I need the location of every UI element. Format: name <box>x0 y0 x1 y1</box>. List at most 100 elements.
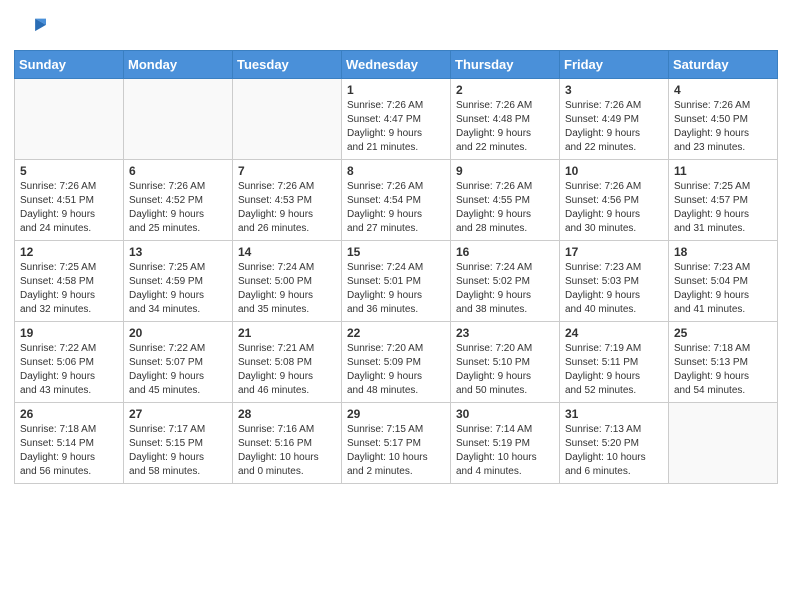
day-number: 31 <box>565 407 663 421</box>
calendar-week-row: 26 Sunrise: 7:18 AM Sunset: 5:14 PM Dayli… <box>15 403 778 484</box>
day-info: Sunrise: 7:20 AM Sunset: 5:09 PM Dayligh… <box>347 342 445 398</box>
day-number: 3 <box>565 83 663 97</box>
weekday-header: Sunday <box>15 51 124 79</box>
day-info: Sunrise: 7:26 AM Sunset: 4:51 PM Dayligh… <box>20 180 118 236</box>
day-number: 20 <box>129 326 227 340</box>
calendar-body: 1Sunrise: 7:26 AM Sunset: 4:47 PM Daylig… <box>15 79 778 484</box>
day-info: Sunrise: 7:13 AM Sunset: 5:20 PM Dayligh… <box>565 423 663 479</box>
calendar-cell: 15 Sunrise: 7:24 AM Sunset: 5:01 PM Dayli… <box>342 241 451 322</box>
day-number: 22 <box>347 326 445 340</box>
logo-icon <box>18 14 46 42</box>
calendar-cell: 13Sunrise: 7:25 AM Sunset: 4:59 PM Dayli… <box>124 241 233 322</box>
calendar-cell: 26 Sunrise: 7:18 AM Sunset: 5:14 PM Dayli… <box>15 403 124 484</box>
calendar-cell: 30 Sunrise: 7:14 AM Sunset: 5:19 PM Dayli… <box>451 403 560 484</box>
day-number: 19 <box>20 326 118 340</box>
day-info: Sunrise: 7:26 AM Sunset: 4:50 PM Dayligh… <box>674 99 772 155</box>
calendar-cell: 28Sunrise: 7:16 AM Sunset: 5:16 PM Dayli… <box>233 403 342 484</box>
calendar-cell: 20 Sunrise: 7:22 AM Sunset: 5:07 PM Dayli… <box>124 322 233 403</box>
day-info: Sunrise: 7:20 AM Sunset: 5:10 PM Dayligh… <box>456 342 554 398</box>
day-info: Sunrise: 7:18 AM Sunset: 5:14 PM Dayligh… <box>20 423 118 479</box>
calendar-cell: 24 Sunrise: 7:19 AM Sunset: 5:11 PM Dayli… <box>560 322 669 403</box>
page: SundayMondayTuesdayWednesdayThursdayFrid… <box>0 0 792 498</box>
calendar-cell <box>124 79 233 160</box>
day-info: Sunrise: 7:21 AM Sunset: 5:08 PM Dayligh… <box>238 342 336 398</box>
calendar-cell: 18 Sunrise: 7:23 AM Sunset: 5:04 PM Dayli… <box>669 241 778 322</box>
day-info: Sunrise: 7:14 AM Sunset: 5:19 PM Dayligh… <box>456 423 554 479</box>
calendar-cell: 29 Sunrise: 7:15 AM Sunset: 5:17 PM Dayli… <box>342 403 451 484</box>
day-info: Sunrise: 7:24 AM Sunset: 5:01 PM Dayligh… <box>347 261 445 317</box>
calendar-cell: 19 Sunrise: 7:22 AM Sunset: 5:06 PM Dayli… <box>15 322 124 403</box>
header <box>0 0 792 50</box>
calendar-cell: 3 Sunrise: 7:26 AM Sunset: 4:49 PM Daylig… <box>560 79 669 160</box>
calendar-cell: 14 Sunrise: 7:24 AM Sunset: 5:00 PM Dayli… <box>233 241 342 322</box>
day-info: Sunrise: 7:26 AM Sunset: 4:52 PM Dayligh… <box>129 180 227 236</box>
day-info: Sunrise: 7:18 AM Sunset: 5:13 PM Dayligh… <box>674 342 772 398</box>
day-number: 29 <box>347 407 445 421</box>
calendar-cell: 23 Sunrise: 7:20 AM Sunset: 5:10 PM Dayli… <box>451 322 560 403</box>
weekday-row: SundayMondayTuesdayWednesdayThursdayFrid… <box>15 51 778 79</box>
calendar-cell: 22 Sunrise: 7:20 AM Sunset: 5:09 PM Dayli… <box>342 322 451 403</box>
day-number: 18 <box>674 245 772 259</box>
weekday-header: Wednesday <box>342 51 451 79</box>
day-info: Sunrise: 7:26 AM Sunset: 4:54 PM Dayligh… <box>347 180 445 236</box>
day-number: 11 <box>674 164 772 178</box>
day-info: Sunrise: 7:23 AM Sunset: 5:04 PM Dayligh… <box>674 261 772 317</box>
calendar-wrapper: SundayMondayTuesdayWednesdayThursdayFrid… <box>0 50 792 498</box>
calendar-cell: 7Sunrise: 7:26 AM Sunset: 4:53 PM Daylig… <box>233 160 342 241</box>
day-number: 30 <box>456 407 554 421</box>
day-info: Sunrise: 7:16 AM Sunset: 5:16 PM Dayligh… <box>238 423 336 479</box>
calendar-cell: 8 Sunrise: 7:26 AM Sunset: 4:54 PM Daylig… <box>342 160 451 241</box>
calendar-cell: 21 Sunrise: 7:21 AM Sunset: 5:08 PM Dayli… <box>233 322 342 403</box>
day-info: Sunrise: 7:26 AM Sunset: 4:47 PM Dayligh… <box>347 99 445 155</box>
day-number: 23 <box>456 326 554 340</box>
day-info: Sunrise: 7:26 AM Sunset: 4:53 PM Dayligh… <box>238 180 336 236</box>
calendar-cell: 27 Sunrise: 7:17 AM Sunset: 5:15 PM Dayli… <box>124 403 233 484</box>
day-info: Sunrise: 7:25 AM Sunset: 4:57 PM Dayligh… <box>674 180 772 236</box>
calendar-week-row: 19 Sunrise: 7:22 AM Sunset: 5:06 PM Dayli… <box>15 322 778 403</box>
day-info: Sunrise: 7:24 AM Sunset: 5:00 PM Dayligh… <box>238 261 336 317</box>
day-number: 10 <box>565 164 663 178</box>
weekday-header: Friday <box>560 51 669 79</box>
day-info: Sunrise: 7:22 AM Sunset: 5:07 PM Dayligh… <box>129 342 227 398</box>
calendar-table: SundayMondayTuesdayWednesdayThursdayFrid… <box>14 50 778 484</box>
day-number: 8 <box>347 164 445 178</box>
calendar-cell: 5Sunrise: 7:26 AM Sunset: 4:51 PM Daylig… <box>15 160 124 241</box>
day-info: Sunrise: 7:15 AM Sunset: 5:17 PM Dayligh… <box>347 423 445 479</box>
day-number: 2 <box>456 83 554 97</box>
calendar-cell: 2Sunrise: 7:26 AM Sunset: 4:48 PM Daylig… <box>451 79 560 160</box>
calendar-cell: 1Sunrise: 7:26 AM Sunset: 4:47 PM Daylig… <box>342 79 451 160</box>
calendar-cell: 4 Sunrise: 7:26 AM Sunset: 4:50 PM Daylig… <box>669 79 778 160</box>
calendar-cell: 9Sunrise: 7:26 AM Sunset: 4:55 PM Daylig… <box>451 160 560 241</box>
day-number: 26 <box>20 407 118 421</box>
day-info: Sunrise: 7:26 AM Sunset: 4:56 PM Dayligh… <box>565 180 663 236</box>
day-number: 14 <box>238 245 336 259</box>
day-number: 6 <box>129 164 227 178</box>
calendar-cell <box>15 79 124 160</box>
day-number: 21 <box>238 326 336 340</box>
day-number: 4 <box>674 83 772 97</box>
day-number: 24 <box>565 326 663 340</box>
day-info: Sunrise: 7:22 AM Sunset: 5:06 PM Dayligh… <box>20 342 118 398</box>
day-info: Sunrise: 7:23 AM Sunset: 5:03 PM Dayligh… <box>565 261 663 317</box>
day-number: 12 <box>20 245 118 259</box>
logo <box>18 14 50 42</box>
day-info: Sunrise: 7:24 AM Sunset: 5:02 PM Dayligh… <box>456 261 554 317</box>
weekday-header: Monday <box>124 51 233 79</box>
calendar-week-row: 1Sunrise: 7:26 AM Sunset: 4:47 PM Daylig… <box>15 79 778 160</box>
day-info: Sunrise: 7:25 AM Sunset: 4:58 PM Dayligh… <box>20 261 118 317</box>
day-info: Sunrise: 7:19 AM Sunset: 5:11 PM Dayligh… <box>565 342 663 398</box>
calendar-cell: 12 Sunrise: 7:25 AM Sunset: 4:58 PM Dayli… <box>15 241 124 322</box>
day-number: 27 <box>129 407 227 421</box>
weekday-header: Thursday <box>451 51 560 79</box>
day-info: Sunrise: 7:26 AM Sunset: 4:49 PM Dayligh… <box>565 99 663 155</box>
day-number: 25 <box>674 326 772 340</box>
calendar-cell: 25 Sunrise: 7:18 AM Sunset: 5:13 PM Dayli… <box>669 322 778 403</box>
calendar-header: SundayMondayTuesdayWednesdayThursdayFrid… <box>15 51 778 79</box>
calendar-week-row: 5Sunrise: 7:26 AM Sunset: 4:51 PM Daylig… <box>15 160 778 241</box>
day-info: Sunrise: 7:17 AM Sunset: 5:15 PM Dayligh… <box>129 423 227 479</box>
day-number: 16 <box>456 245 554 259</box>
calendar-cell: 31 Sunrise: 7:13 AM Sunset: 5:20 PM Dayli… <box>560 403 669 484</box>
day-number: 15 <box>347 245 445 259</box>
day-number: 17 <box>565 245 663 259</box>
calendar-cell: 11 Sunrise: 7:25 AM Sunset: 4:57 PM Dayli… <box>669 160 778 241</box>
